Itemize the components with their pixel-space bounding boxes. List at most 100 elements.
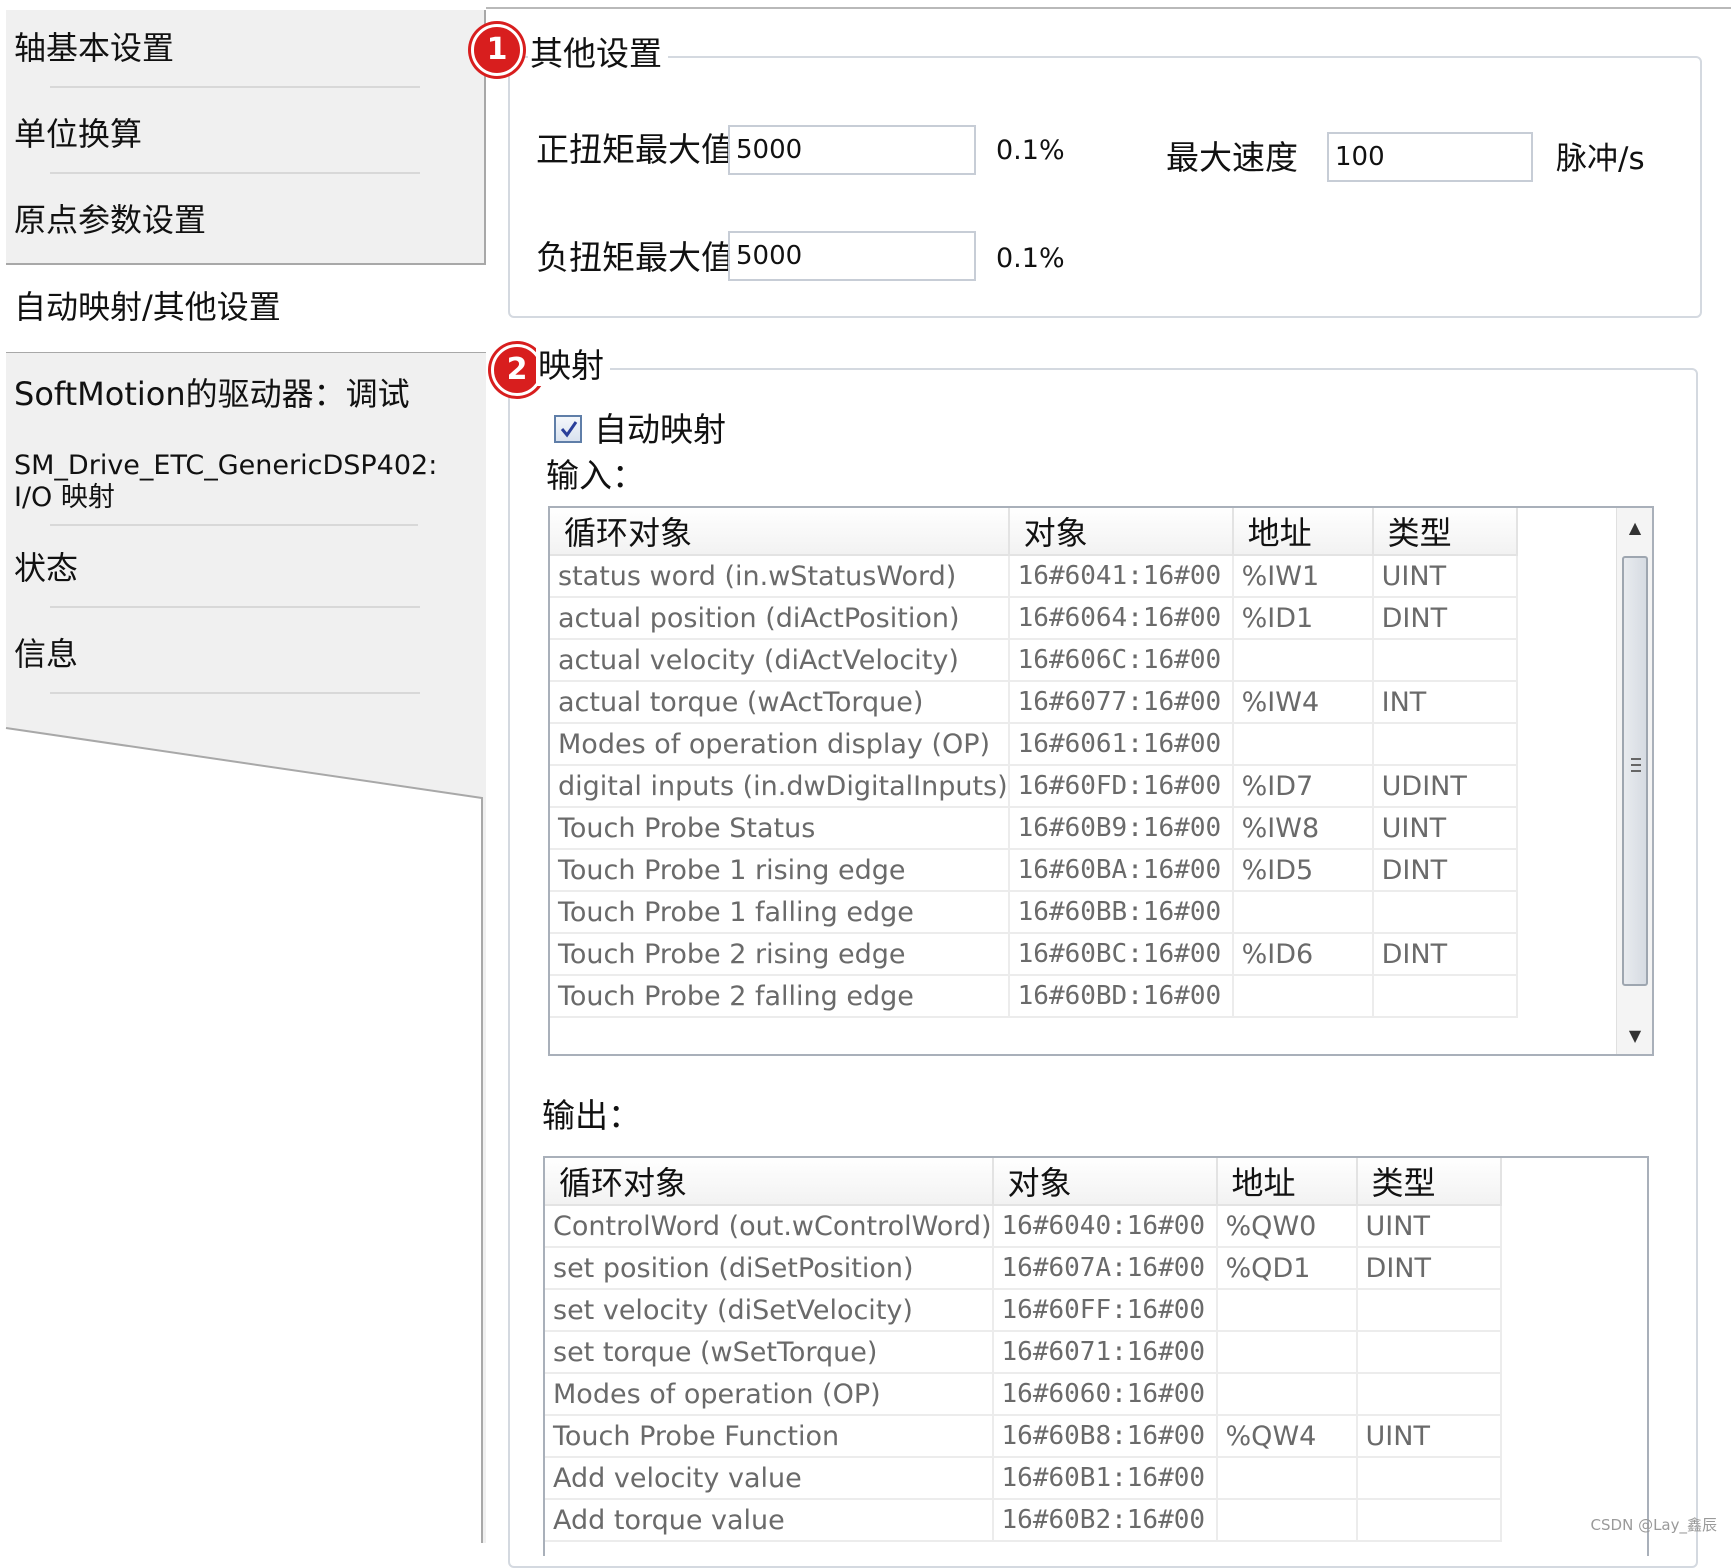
- cell-address: [1216, 1331, 1358, 1374]
- output-table-row[interactable]: set position (diSetPosition) 16#607A:16#0…: [545, 1247, 1502, 1290]
- input-section-label: 输入：: [546, 456, 645, 495]
- input-table-scrollbar[interactable]: ▲ ▼: [1616, 508, 1652, 1054]
- cell-cyclic-object: ControlWord (out.wControlWord): [545, 1205, 994, 1248]
- table-header-row: 循环对象 对象 地址 类型: [545, 1158, 1502, 1206]
- nav-separator: [50, 606, 420, 608]
- cell-cyclic-object: actual velocity (diActVelocity): [550, 639, 1010, 682]
- cell-address: %ID5: [1232, 849, 1374, 892]
- cell-address: %QW4: [1216, 1415, 1358, 1458]
- cell-address: [1232, 975, 1374, 1018]
- column-header-cyclic-object[interactable]: 循环对象: [550, 508, 1010, 556]
- nav-item-homing[interactable]: 原点参数设置: [14, 200, 414, 260]
- checkmark-icon: [560, 421, 578, 438]
- pos-torque-label: 正扭矩最大值: [536, 130, 734, 169]
- cell-cyclic-object: actual torque (wActTorque): [550, 681, 1010, 724]
- cell-type: [1356, 1331, 1502, 1374]
- output-table-row[interactable]: set torque (wSetTorque) 16#6071:16#00: [545, 1331, 1502, 1374]
- cell-type: UINT: [1372, 555, 1518, 598]
- input-table-row[interactable]: Touch Probe 1 rising edge 16#60BA:16#00 %I…: [550, 849, 1518, 892]
- cell-type: UDINT: [1372, 765, 1518, 808]
- mapping-title: 映射: [536, 346, 610, 386]
- cell-address: [1216, 1289, 1358, 1332]
- nav-item-label: 信息: [14, 635, 79, 673]
- cell-cyclic-object: Touch Probe 2 falling edge: [550, 975, 1010, 1018]
- cell-type: DINT: [1372, 849, 1518, 892]
- cell-address: [1232, 723, 1374, 766]
- cell-object-index: 16#6060:16#00: [992, 1373, 1218, 1416]
- input-table-row[interactable]: Touch Probe 2 falling edge 16#60BD:16#00: [550, 975, 1518, 1018]
- cell-object-index: 16#6071:16#00: [992, 1331, 1218, 1374]
- column-header-address[interactable]: 地址: [1232, 508, 1374, 556]
- cell-address: [1216, 1373, 1358, 1416]
- nav-item-status[interactable]: 状态: [14, 548, 420, 608]
- input-table-row[interactable]: status word (in.wStatusWord) 16#6041:16#0…: [550, 555, 1518, 598]
- cell-cyclic-object: Add velocity value: [545, 1457, 994, 1500]
- nav-item-io-mapping[interactable]: SM_Drive_ETC_GenericDSP402: I/O 映射: [14, 450, 474, 526]
- input-table-row[interactable]: Touch Probe Status 16#60B9:16#00 %IW8 UINT: [550, 807, 1518, 850]
- column-header-cyclic-object[interactable]: 循环对象: [545, 1158, 994, 1206]
- cell-address: [1216, 1457, 1358, 1500]
- scroll-thumb[interactable]: [1622, 556, 1648, 986]
- input-table-row[interactable]: Touch Probe 2 rising edge 16#60BC:16#00 %I…: [550, 933, 1518, 976]
- watermark: CSDN @Lay_鑫辰: [1590, 1516, 1717, 1534]
- other-settings-title: 其他设置: [528, 34, 668, 74]
- output-table-row[interactable]: Add velocity value 16#60B1:16#00: [545, 1457, 1502, 1500]
- cell-cyclic-object: Touch Probe 1 falling edge: [550, 891, 1010, 934]
- cell-object-index: 16#60B2:16#00: [992, 1499, 1218, 1542]
- nav-separator: [50, 524, 418, 526]
- pos-torque-unit: 0.1%: [996, 135, 1065, 166]
- output-table-row[interactable]: set velocity (diSetVelocity) 16#60FF:16#0…: [545, 1289, 1502, 1332]
- cell-cyclic-object: Add torque value: [545, 1499, 994, 1542]
- cell-cyclic-object: actual position (diActPosition): [550, 597, 1010, 640]
- input-table-row[interactable]: actual velocity (diActVelocity) 16#606C:1…: [550, 639, 1518, 682]
- nav-item-auto-mapping-selected[interactable]: 自动映射/其他设置: [14, 287, 414, 347]
- column-header-object[interactable]: 对象: [1008, 508, 1234, 556]
- cell-object-index: 16#6064:16#00: [1008, 597, 1234, 640]
- cell-address: [1232, 891, 1374, 934]
- cell-object-index: 16#60FD:16#00: [1008, 765, 1234, 808]
- grip-line: [1631, 770, 1641, 772]
- pos-torque-input[interactable]: [728, 125, 976, 175]
- grip-line: [1631, 758, 1641, 760]
- nav-item-label: 轴基本设置: [14, 29, 175, 67]
- cell-type: DINT: [1356, 1247, 1502, 1290]
- scroll-up-arrow-icon[interactable]: ▲: [1617, 510, 1652, 546]
- cell-cyclic-object: Touch Probe Status: [550, 807, 1010, 850]
- cell-type: [1356, 1373, 1502, 1416]
- column-header-type[interactable]: 类型: [1356, 1158, 1502, 1206]
- input-table-row[interactable]: actual position (diActPosition) 16#6064:1…: [550, 597, 1518, 640]
- output-table-row[interactable]: ControlWord (out.wControlWord) 16#6040:16…: [545, 1205, 1502, 1248]
- cell-cyclic-object: set velocity (diSetVelocity): [545, 1289, 994, 1332]
- column-header-object[interactable]: 对象: [992, 1158, 1218, 1206]
- input-table-row[interactable]: Modes of operation display (OP) 16#6061:1…: [550, 723, 1518, 766]
- cell-address: %ID1: [1232, 597, 1374, 640]
- input-table-grid: 循环对象 对象 地址 类型 status word (in.wStatusWor…: [550, 508, 1518, 1018]
- output-table-row[interactable]: Add torque value 16#60B2:16#00: [545, 1499, 1502, 1542]
- cell-object-index: 16#60BB:16#00: [1008, 891, 1234, 934]
- input-table-row[interactable]: digital inputs (in.dwDigitalInputs) 16#60…: [550, 765, 1518, 808]
- cell-cyclic-object: set position (diSetPosition): [545, 1247, 994, 1290]
- cell-type: [1372, 639, 1518, 682]
- column-header-type[interactable]: 类型: [1372, 508, 1518, 556]
- nav-separator: [50, 86, 420, 88]
- input-table-row[interactable]: actual torque (wActTorque) 16#6077:16#00%…: [550, 681, 1518, 724]
- scroll-down-arrow-icon[interactable]: ▼: [1617, 1018, 1652, 1054]
- cell-object-index: 16#6040:16#00: [992, 1205, 1218, 1248]
- cell-type: UINT: [1356, 1205, 1502, 1248]
- auto-map-label: 自动映射: [594, 410, 726, 449]
- auto-map-checkbox[interactable]: [554, 415, 582, 443]
- output-table-row[interactable]: Touch Probe Function 16#60B8:16#00 %QW4 UIN…: [545, 1415, 1502, 1458]
- settings-nav: 轴基本设置 单位换算 原点参数设置 自动映射/其他设置 SoftMotion的驱…: [0, 0, 490, 1543]
- neg-torque-input[interactable]: [728, 231, 976, 281]
- cell-type: [1372, 975, 1518, 1018]
- column-header-address[interactable]: 地址: [1216, 1158, 1358, 1206]
- neg-torque-unit: 0.1%: [996, 243, 1065, 274]
- max-speed-input[interactable]: [1327, 132, 1533, 182]
- nav-item-info[interactable]: 信息: [14, 634, 420, 694]
- nav-item-axis-basic[interactable]: 轴基本设置: [14, 28, 420, 88]
- nav-item-softmotion-drive[interactable]: SoftMotion的驱动器：调试: [14, 374, 414, 444]
- nav-item-label: 状态: [14, 549, 79, 587]
- output-table-row[interactable]: Modes of operation (OP) 16#6060:16#00: [545, 1373, 1502, 1416]
- input-table-row[interactable]: Touch Probe 1 falling edge 16#60BB:16#00: [550, 891, 1518, 934]
- nav-item-unit-conversion[interactable]: 单位换算: [14, 114, 420, 174]
